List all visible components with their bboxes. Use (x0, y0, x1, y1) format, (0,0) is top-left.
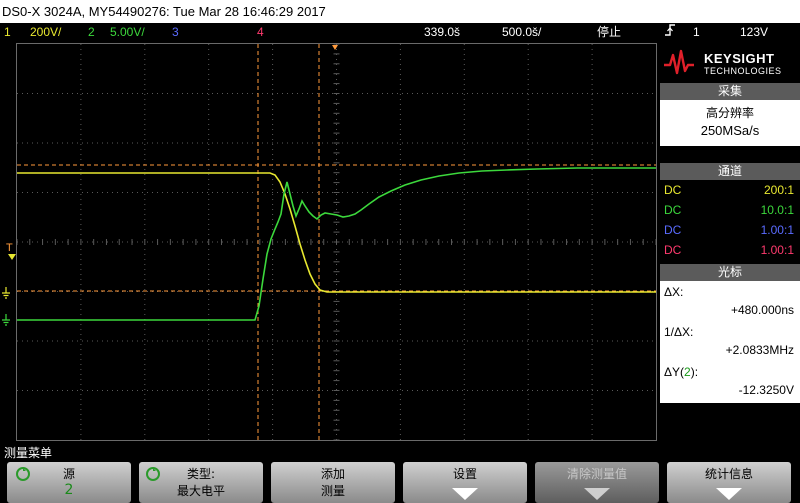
waveform-svg (17, 44, 656, 440)
softkey-type[interactable]: 类型: 最大电平 (139, 462, 263, 503)
softkey-clear-measurements[interactable]: 清除测量值 (535, 462, 659, 503)
ch1-number[interactable]: 1 (4, 23, 11, 41)
softkey-type-value: 最大电平 (176, 484, 225, 498)
channel-probe-ratio: 1.00:1 (760, 243, 794, 257)
sample-rate: 250MSa/s (700, 123, 760, 138)
softkey-source-label: 源 (62, 467, 75, 481)
dy-label-suffix: ): (690, 365, 699, 379)
channel-probe-ratio: 200:1 (763, 183, 794, 197)
ground-icon (1, 311, 11, 330)
channel-row-1[interactable]: DC 200:1 (660, 180, 800, 200)
brand-name: KEYSIGHT (704, 51, 775, 66)
dx-value: +480.000ns (730, 303, 794, 317)
ch4-number[interactable]: 4 (257, 23, 264, 41)
trigger-source[interactable]: 1 (693, 23, 700, 41)
brand-sub: TECHNOLOGIES (704, 66, 782, 76)
timebase-scale[interactable]: 500.0š/ (502, 23, 541, 41)
softkey-clear-label: 清除测量值 (566, 467, 627, 481)
channel-row-3[interactable]: DC 1.00:1 (660, 220, 800, 240)
channel-row-4[interactable]: DC 1.00:1 (660, 240, 800, 260)
dx-label-text: ΔX: (664, 285, 684, 299)
cursors-panel: ΔX: +480.000ns 1/ΔX: +2.0833MHz ΔY(2): -… (660, 281, 800, 403)
softkey-settings-label: 设置 (452, 467, 477, 481)
graticule (17, 44, 656, 440)
ground-icon (1, 284, 11, 303)
dx-label: ΔX: (660, 283, 800, 303)
inv-dx-label-text: 1/ΔX: (664, 325, 694, 339)
channel-probe-ratio: 10.0:1 (760, 203, 794, 217)
channel-row-2[interactable]: DC 10.0:1 (660, 200, 800, 220)
softkey-settings[interactable]: 设置 (403, 462, 527, 503)
softkey-source-value: 2 (64, 482, 74, 498)
trigger-rising-edge-icon (664, 23, 676, 42)
channel-probe-ratio: 1.00:1 (760, 223, 794, 237)
softkey-add-label: 添加 (320, 467, 345, 481)
trigger-position-marker[interactable] (332, 45, 338, 50)
dy-label-channel: 2 (684, 365, 691, 379)
window-title: DS0-X 3024A, MY54490276: Tue Mar 28 16:4… (0, 0, 800, 23)
channels-header[interactable]: 通道 (660, 163, 800, 180)
menu-title: 测量菜单 (4, 446, 53, 460)
side-panel: KEYSIGHT TECHNOLOGIES 采集 高分辨率 250MSa/s 通… (660, 43, 800, 441)
status-bar: 1 200V/ 2 5.00V/ 3 4 339.0š 500.0š/ 停止 1… (0, 23, 800, 41)
chevron-down-icon (716, 488, 742, 500)
ch2-scale[interactable]: 5.00V/ (110, 23, 145, 41)
trigger-level[interactable]: 123V (740, 23, 768, 41)
trigger-level-marker[interactable]: T (6, 242, 13, 254)
chevron-down-icon (452, 488, 478, 500)
trigger-arrow-icon (8, 254, 16, 260)
softkey-source[interactable]: 源 2 (7, 462, 131, 503)
acquisition-mode: 高分辨率 (705, 106, 754, 120)
dy-row: -12.3250V (660, 381, 800, 401)
timebase-delay[interactable]: 339.0š (424, 23, 460, 41)
softkey-statistics-label: 统计信息 (704, 467, 753, 481)
softkey-type-label: 类型: (186, 467, 216, 481)
inv-dx-label: 1/ΔX: (660, 323, 800, 343)
softkey-add-measurement[interactable]: 添加 测量 (271, 462, 395, 503)
dy-label-prefix: ΔY( (664, 365, 685, 379)
softkey-add-value: 测量 (320, 484, 345, 498)
channel-coupling: DC (664, 183, 682, 197)
softkey-statistics[interactable]: 统计信息 (667, 462, 791, 503)
acquisition-header[interactable]: 采集 (660, 83, 800, 100)
channel-coupling: DC (664, 223, 682, 237)
ch1-scale[interactable]: 200V/ (30, 23, 61, 41)
channel-coupling: DC (664, 203, 682, 217)
acquisition-panel: 高分辨率 250MSa/s (660, 100, 800, 146)
inv-dx-row: +2.0833MHz (660, 341, 800, 361)
dy-label: ΔY(2): (660, 363, 800, 383)
chevron-down-icon (584, 488, 610, 500)
inv-dx-value: +2.0833MHz (725, 343, 794, 357)
dy-value: -12.3250V (738, 383, 794, 397)
ch3-number[interactable]: 3 (172, 23, 179, 41)
run-state[interactable]: 停止 (597, 23, 621, 41)
keysight-logo: KEYSIGHT TECHNOLOGIES (660, 43, 800, 83)
dx-row: +480.000ns (660, 301, 800, 321)
ch2-number[interactable]: 2 (88, 23, 95, 41)
channel-coupling: DC (664, 243, 682, 257)
waveform-display[interactable] (16, 43, 657, 441)
cursors-header[interactable]: 光标 (660, 264, 800, 281)
dy-label-text: ΔY(2): (664, 365, 698, 379)
